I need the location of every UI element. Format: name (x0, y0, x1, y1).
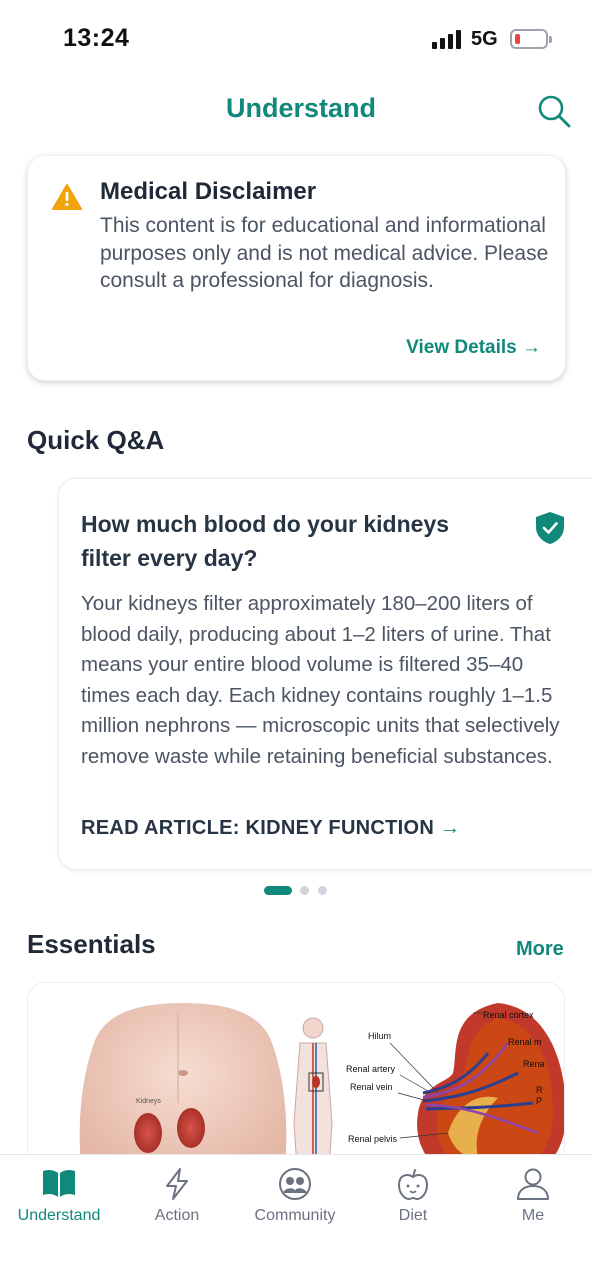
diagram-label: Rena (523, 1059, 545, 1069)
tab-label: Me (521, 1207, 545, 1224)
tab-label: Understand (17, 1207, 101, 1224)
tab-understand[interactable]: Understand (0, 1155, 118, 1245)
carousel-dot[interactable] (300, 886, 309, 895)
diagram-label: Renal pelvis (348, 1134, 398, 1144)
tab-me[interactable]: Me (474, 1155, 592, 1245)
qa-card[interactable]: How much blood do your kidneys filter ev… (58, 478, 592, 870)
status-bar: 13:24 5G (0, 0, 592, 80)
battery-icon (510, 29, 552, 49)
qa-question: How much blood do your kidneys filter ev… (81, 511, 450, 571)
carousel-dot[interactable] (318, 886, 327, 895)
search-button[interactable] (536, 93, 572, 129)
tab-action[interactable]: Action (118, 1155, 236, 1245)
view-details-link[interactable]: View Details → (406, 337, 541, 359)
tab-community[interactable]: Community (236, 1155, 354, 1245)
disclaimer-title: Medical Disclaimer (100, 178, 317, 205)
read-article-link[interactable]: READ ARTICLE: KIDNEY FUNCTION → (81, 817, 460, 840)
verified-shield-icon (536, 512, 564, 544)
read-article-label: READ ARTICLE: KIDNEY FUNCTION (81, 817, 435, 839)
tab-bar: Understand Action Community Diet Me (0, 1154, 592, 1280)
arrow-right-icon: → (440, 817, 461, 839)
diagram-label: Renal artery (346, 1064, 396, 1074)
community-icon (279, 1168, 311, 1200)
network-type: 5G (471, 28, 498, 50)
warning-icon (52, 184, 82, 210)
essentials-card[interactable]: Kidneys Renal cortex Renal m Rena R P Hi… (27, 982, 565, 1182)
tab-label: Action (154, 1207, 200, 1224)
diagram-label: Renal cortex (483, 1010, 534, 1020)
status-time: 13:24 (63, 24, 130, 52)
apple-icon (397, 1169, 429, 1201)
disclaimer-text: This content is for educational and info… (100, 214, 549, 292)
diagram-label: Hilum (368, 1031, 391, 1041)
signal-icon (432, 29, 464, 49)
book-icon (43, 1169, 75, 1197)
tab-label: Community (254, 1207, 336, 1224)
kidney-anatomy-image: Kidneys Renal cortex Renal m Rena R P Hi… (79, 1003, 564, 1181)
more-link[interactable]: More (516, 938, 564, 961)
disclaimer-card: Medical Disclaimer This content is for e… (27, 155, 566, 381)
diagram-label: Renal m (508, 1037, 542, 1047)
lightning-icon (166, 1168, 188, 1200)
page-title: Understand (225, 93, 377, 123)
carousel-dot-active[interactable] (264, 886, 292, 895)
search-icon (538, 95, 571, 128)
person-icon (517, 1168, 549, 1200)
diagram-label: R (536, 1085, 543, 1095)
diagram-label: P (536, 1096, 542, 1106)
tab-label: Diet (398, 1207, 428, 1224)
diagram-label: Kidneys (136, 1098, 161, 1105)
diagram-label: Renal vein (350, 1082, 393, 1092)
essentials-title: Essentials (27, 929, 156, 959)
tab-diet[interactable]: Diet (354, 1155, 472, 1245)
qa-answer: Your kidneys filter approximately 180–20… (81, 592, 560, 768)
quick-qa-title: Quick Q&A (27, 425, 165, 455)
